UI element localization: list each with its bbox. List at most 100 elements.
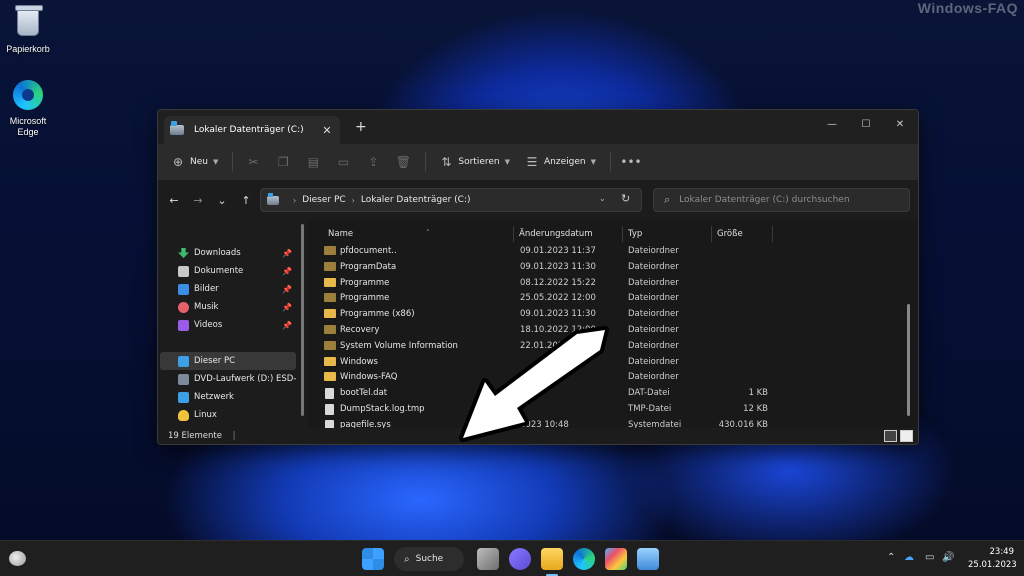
desktop-icon-recycle-bin[interactable]: Papierkorb bbox=[0, 5, 56, 55]
sidebar-scrollbar[interactable] bbox=[301, 224, 304, 416]
file-explorer-window: Lokaler Datenträger (C:) ✕ + — ☐ ✕ ⊕ Neu… bbox=[157, 109, 919, 445]
column-header-type[interactable]: Typ bbox=[624, 226, 712, 242]
file-size: 12 KB bbox=[743, 404, 768, 414]
column-header-name[interactable]: Name ˄ bbox=[324, 226, 514, 242]
file-name: Windows-FAQ bbox=[340, 372, 398, 383]
tiles-view-button[interactable] bbox=[900, 430, 913, 442]
share-icon: ⇪ bbox=[368, 155, 379, 169]
address-dropdown-icon[interactable]: ⌄ bbox=[599, 194, 606, 203]
sidebar-item-network[interactable]: Netzwerk bbox=[160, 388, 296, 406]
sidebar-item-label: Musik bbox=[194, 302, 219, 312]
pin-icon[interactable]: 📌 bbox=[282, 303, 292, 312]
chevron-down-icon: ▼ bbox=[590, 158, 596, 166]
file-row[interactable]: System Volume Information 22.01.2023 1 Dat… bbox=[320, 339, 880, 355]
file-row[interactable]: Programme (x86) 09.01.2023 11:30 Dateiordn… bbox=[320, 307, 880, 323]
notepad-app-icon[interactable] bbox=[637, 548, 659, 570]
share-button[interactable]: ⇪ bbox=[365, 154, 381, 170]
pin-icon[interactable]: 📌 bbox=[282, 285, 292, 294]
folder-icon bbox=[324, 309, 336, 319]
file-row[interactable]: DumpStack.log.tmp TMP-Datei 12 KB bbox=[320, 402, 880, 418]
file-name: Programme (x86) bbox=[340, 309, 415, 320]
sidebar-item-label: Dokumente bbox=[194, 266, 244, 276]
file-row[interactable]: bootTel.dat 16 DAT-Datei 1 KB bbox=[320, 386, 880, 402]
column-header-date[interactable]: Änderungsdatum bbox=[515, 226, 623, 242]
file-type: Dateiordner bbox=[628, 293, 679, 304]
sidebar-item-music[interactable]: Musik 📌 bbox=[160, 298, 296, 316]
watermark: Windows-FAQ bbox=[917, 0, 1018, 16]
sidebar-item-label: Downloads bbox=[194, 248, 241, 258]
sidebar-item-documents[interactable]: Dokumente 📌 bbox=[160, 262, 296, 280]
file-row[interactable]: Programme 08.12.2022 15:22 Dateiordner bbox=[320, 276, 880, 292]
delete-button[interactable]: 🗑 bbox=[395, 154, 411, 170]
clock[interactable]: 23:49 25.01.2023 bbox=[968, 546, 1017, 572]
column-header-label: Typ bbox=[628, 229, 643, 239]
store-app-icon[interactable] bbox=[605, 548, 627, 570]
show-hidden-icons-chevron-icon[interactable]: ⌃ bbox=[887, 552, 895, 563]
file-list-scrollbar[interactable] bbox=[907, 304, 910, 416]
sidebar-item-pictures[interactable]: Bilder 📌 bbox=[160, 280, 296, 298]
address-bar[interactable]: › Dieser PC › Lokaler Datenträger (C:) ⌄… bbox=[260, 188, 642, 212]
rename-icon: ▭ bbox=[337, 155, 350, 169]
sort-button[interactable]: ⇅ Sortieren ▼ bbox=[438, 154, 510, 170]
pc-icon bbox=[178, 355, 189, 367]
paste-button[interactable]: ▤ bbox=[305, 154, 321, 170]
volume-speaker-icon[interactable]: 🔊 bbox=[942, 552, 954, 563]
edge-app-icon[interactable] bbox=[573, 548, 595, 570]
recent-locations-chevron-icon[interactable]: ⌄ bbox=[210, 194, 234, 207]
sidebar-item-videos[interactable]: Videos 📌 bbox=[160, 316, 296, 334]
forward-arrow-icon[interactable]: → bbox=[186, 194, 210, 207]
tab-local-disk[interactable]: Lokaler Datenträger (C:) ✕ bbox=[164, 116, 340, 144]
recycle-bin-icon bbox=[12, 5, 44, 40]
file-row[interactable]: ProgramData 09.01.2023 11:30 Dateiordner bbox=[320, 260, 880, 276]
start-button[interactable] bbox=[362, 548, 384, 570]
file-name: Programme bbox=[340, 293, 390, 304]
breadcrumb-local-disk[interactable]: Lokaler Datenträger (C:) bbox=[361, 195, 471, 205]
dvd-drive-icon bbox=[178, 373, 189, 385]
back-arrow-icon[interactable]: ← bbox=[162, 194, 186, 207]
file-row[interactable]: Programme 25.05.2022 12:00 Dateiordner bbox=[320, 291, 880, 307]
up-arrow-icon[interactable]: ↑ bbox=[234, 194, 258, 207]
pin-icon[interactable]: 📌 bbox=[282, 267, 292, 276]
sidebar-item-downloads[interactable]: Downloads 📌 bbox=[160, 244, 296, 262]
close-window-button[interactable]: ✕ bbox=[885, 115, 915, 135]
sidebar-item-linux[interactable]: Linux bbox=[160, 406, 296, 424]
task-view-icon[interactable] bbox=[477, 548, 499, 570]
details-view-button[interactable] bbox=[884, 430, 897, 442]
new-tab-button[interactable]: + bbox=[355, 120, 367, 134]
breadcrumb-this-pc[interactable]: Dieser PC bbox=[302, 195, 345, 205]
minimize-button[interactable]: — bbox=[817, 115, 847, 135]
more-dots-icon: ••• bbox=[620, 155, 642, 169]
file-row[interactable]: Recovery 18.10.2022 12:00 Dateiordner bbox=[320, 323, 880, 339]
file-row[interactable]: Windows-FAQ Dateiordner bbox=[320, 370, 880, 386]
new-button-label: Neu bbox=[190, 157, 208, 167]
column-header-size[interactable]: Größe bbox=[713, 226, 773, 242]
file-type: Dateiordner bbox=[628, 325, 679, 335]
onedrive-cloud-icon[interactable]: ☁ bbox=[904, 552, 914, 563]
rename-button[interactable]: ▭ bbox=[335, 154, 351, 170]
network-monitor-icon[interactable]: ▭ bbox=[925, 552, 934, 563]
copy-button[interactable]: ❐ bbox=[275, 154, 291, 170]
pin-icon[interactable]: 📌 bbox=[282, 321, 292, 330]
file-row[interactable]: pfdocument.. 09.01.2023 11:37 Dateiordner bbox=[320, 244, 880, 260]
search-input[interactable]: ⌕ Lokaler Datenträger (C:) durchsuchen bbox=[653, 188, 910, 212]
view-button[interactable]: ☰ Anzeigen ▼ bbox=[524, 154, 596, 170]
teams-chat-icon[interactable] bbox=[509, 548, 531, 570]
desktop-icon-edge[interactable]: Microsoft Edge bbox=[0, 80, 56, 138]
close-tab-icon[interactable]: ✕ bbox=[320, 124, 334, 137]
status-divider: | bbox=[232, 431, 236, 441]
taskbar-search-button[interactable]: ⌕ Suche bbox=[394, 547, 464, 571]
new-button[interactable]: ⊕ Neu ▼ bbox=[170, 154, 218, 170]
file-row[interactable]: Windows Dateiordner bbox=[320, 355, 880, 371]
pin-icon[interactable]: 📌 bbox=[282, 249, 292, 258]
sidebar-item-dvd-drive[interactable]: DVD-Laufwerk (D:) ESD-ISO bbox=[160, 370, 296, 388]
more-options-button[interactable]: ••• bbox=[620, 154, 642, 170]
desktop-icon-label: Papierkorb bbox=[6, 44, 50, 54]
sidebar-item-this-pc[interactable]: Dieser PC bbox=[160, 352, 296, 370]
file-explorer-app-icon[interactable] bbox=[541, 548, 563, 570]
file-type: Dateiordner bbox=[628, 261, 679, 272]
refresh-icon[interactable]: ↻ bbox=[621, 192, 630, 205]
weather-widget-icon[interactable] bbox=[9, 551, 26, 566]
maximize-button[interactable]: ☐ bbox=[851, 115, 881, 135]
breadcrumb-chevron-icon: › bbox=[293, 195, 297, 205]
cut-button[interactable]: ✂ bbox=[245, 154, 261, 170]
